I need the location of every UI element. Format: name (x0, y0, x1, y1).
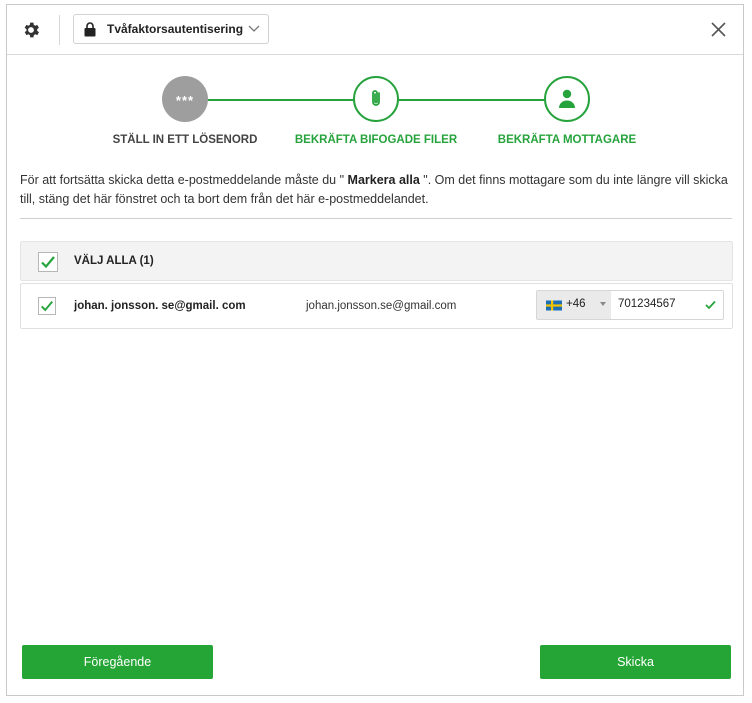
phone-number-input[interactable]: 701234567 (618, 298, 676, 310)
sweden-flag-icon (546, 300, 562, 311)
recipient-list: VÄLJ ALLA (1) johan. jonsson. se@gmail. … (20, 241, 733, 329)
security-dropdown-label: Tvåfaktorsautentisering (107, 22, 244, 36)
country-code-select[interactable]: +46 (537, 291, 611, 319)
valid-check-icon (705, 300, 716, 310)
checkmark-icon (41, 256, 55, 269)
close-icon[interactable] (711, 22, 726, 37)
checkmark-icon (41, 301, 53, 312)
chevron-down-icon (600, 302, 606, 306)
recipient-email: johan.jonsson.se@gmail.com (306, 300, 457, 312)
recipient-name: johan. jonsson. se@gmail. com (74, 300, 246, 312)
step-label-password: STÄLL IN ETT LÖSENORD (112, 134, 258, 146)
step-password-circle: *** (162, 76, 208, 122)
step-connector (398, 99, 544, 101)
select-all-label: VÄLJ ALLA (1) (74, 255, 154, 267)
instruction-emphasis: Markera alla (344, 173, 424, 187)
previous-button[interactable]: Föregående (22, 645, 213, 679)
instruction-text-start: För att fortsätta skicka detta e-postmed… (20, 173, 345, 187)
phone-field: +46 701234567 (536, 290, 724, 320)
select-all-checkbox[interactable] (38, 252, 58, 272)
security-dropdown[interactable]: Tvåfaktorsautentisering (73, 14, 269, 44)
top-bar: Tvåfaktorsautentisering (7, 5, 743, 55)
lock-icon (84, 22, 96, 37)
recipient-row: johan. jonsson. se@gmail. com johan.jons… (20, 283, 733, 329)
paperclip-icon (372, 90, 380, 106)
chevron-down-icon (248, 25, 260, 32)
section-divider (20, 218, 732, 219)
step-label-recipients: BEKRÄFTA MOTTAGARE (497, 134, 637, 146)
country-code: +46 (566, 298, 586, 310)
instruction-text: För att fortsätta skicka detta e-postmed… (20, 171, 732, 209)
gear-icon[interactable] (21, 20, 41, 40)
step-attachments-circle (353, 76, 399, 122)
password-stars-icon: *** (175, 93, 195, 108)
step-connector (208, 99, 354, 101)
user-icon (559, 89, 575, 108)
recipient-checkbox[interactable] (38, 297, 56, 315)
dialog-window: Tvåfaktorsautentisering *** STÄLL IN ETT… (6, 4, 744, 696)
select-all-row: VÄLJ ALLA (1) (20, 241, 733, 281)
send-button[interactable]: Skicka (540, 645, 731, 679)
step-recipients-circle (544, 76, 590, 122)
step-label-attachments: BEKRÄFTA BIFOGADE FILER (294, 134, 458, 146)
progress-stepper: *** STÄLL IN ETT LÖSENORD BEKRÄFTA BIFOG… (7, 55, 743, 155)
toolbar-divider (59, 15, 60, 45)
